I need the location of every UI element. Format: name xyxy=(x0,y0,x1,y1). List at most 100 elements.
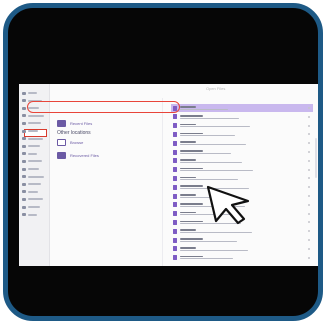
sidebar-item-label xyxy=(28,206,40,208)
file-row[interactable] xyxy=(171,245,313,253)
document-icon xyxy=(173,237,177,243)
file-row[interactable] xyxy=(171,122,313,130)
sidebar-item[interactable] xyxy=(22,113,46,119)
sidebar-item[interactable] xyxy=(22,143,46,149)
sidebar-item-icon xyxy=(22,175,26,179)
pin-icon[interactable] xyxy=(308,221,310,224)
pin-icon[interactable] xyxy=(308,247,310,250)
sidebar-item[interactable] xyxy=(22,90,46,96)
sidebar-item[interactable] xyxy=(22,189,46,195)
pin-icon[interactable] xyxy=(308,256,310,259)
file-row[interactable] xyxy=(171,174,313,182)
file-row[interactable] xyxy=(171,254,313,262)
sidebar-item-icon xyxy=(22,137,26,141)
sidebar-item-label xyxy=(28,152,37,155)
file-text xyxy=(180,229,252,234)
sidebar-item-icon xyxy=(22,205,26,209)
pin-icon[interactable] xyxy=(308,124,310,127)
file-row[interactable] xyxy=(171,157,313,165)
browse-label: Browse xyxy=(70,140,84,145)
file-row[interactable] xyxy=(171,130,313,138)
sidebar-item-label xyxy=(28,198,43,201)
sidebar-item[interactable] xyxy=(22,204,46,210)
recovered-files-link[interactable]: Recovered Files xyxy=(57,152,99,159)
document-icon xyxy=(173,228,177,234)
file-path xyxy=(180,231,252,234)
pin-icon[interactable] xyxy=(308,230,310,233)
sidebar-item-label xyxy=(28,130,38,132)
file-name xyxy=(180,176,196,179)
pin-icon[interactable] xyxy=(308,107,310,109)
file-row[interactable] xyxy=(171,139,313,147)
file-name xyxy=(180,158,196,161)
document-icon xyxy=(173,202,177,208)
recent-files-link[interactable]: Recent Files xyxy=(57,120,92,127)
sidebar-item[interactable] xyxy=(22,158,46,164)
file-text xyxy=(180,123,250,128)
file-row[interactable] xyxy=(171,166,313,174)
list-scrollbar[interactable] xyxy=(315,138,317,178)
sidebar-item-label xyxy=(28,190,38,193)
document-icon xyxy=(173,184,177,190)
file-path xyxy=(180,135,235,137)
dialog-header: Open Files xyxy=(206,86,226,91)
selected-file-row[interactable] xyxy=(171,104,313,112)
recovered-files-label: Recovered Files xyxy=(70,153,99,158)
pin-icon[interactable] xyxy=(308,203,310,206)
folder-icon xyxy=(57,139,66,146)
file-name xyxy=(180,132,203,135)
file-text xyxy=(180,158,242,163)
pin-icon[interactable] xyxy=(308,159,310,162)
file-name xyxy=(180,167,203,170)
sidebar-item[interactable] xyxy=(22,212,46,218)
file-path xyxy=(180,240,237,242)
sidebar-item[interactable] xyxy=(22,174,46,180)
document-icon xyxy=(173,255,177,261)
sidebar-item[interactable] xyxy=(22,166,46,172)
file-text xyxy=(180,246,248,251)
file-path xyxy=(180,152,231,154)
pin-icon[interactable] xyxy=(308,195,310,197)
document-icon xyxy=(173,140,177,146)
document-icon xyxy=(173,131,177,137)
sidebar-item-label xyxy=(28,183,41,186)
pin-icon[interactable] xyxy=(308,186,310,189)
sidebar-item-label xyxy=(28,145,40,148)
file-row[interactable] xyxy=(171,113,313,121)
sidebar-item[interactable] xyxy=(22,181,46,187)
sidebar-item[interactable] xyxy=(22,120,46,126)
file-row[interactable] xyxy=(171,236,313,244)
pin-icon[interactable] xyxy=(308,142,310,145)
document-icon xyxy=(173,114,177,120)
sidebar-item-label xyxy=(28,114,44,117)
pin-icon[interactable] xyxy=(308,177,310,180)
sidebar-item-icon xyxy=(22,159,26,163)
sidebar-item-icon xyxy=(22,152,26,156)
recent-files-label: Recent Files xyxy=(70,121,93,126)
sidebar-item-label xyxy=(28,213,37,216)
other-locations-heading: Other locations xyxy=(57,130,91,136)
file-row[interactable] xyxy=(171,148,313,156)
sidebar-item[interactable] xyxy=(22,136,46,142)
file-name xyxy=(180,211,196,214)
selected-file-highlight-ring xyxy=(27,101,180,113)
pin-icon[interactable] xyxy=(308,133,310,136)
file-text xyxy=(180,114,239,119)
file-name xyxy=(180,229,196,231)
sidebar-item[interactable] xyxy=(22,128,46,134)
pin-icon[interactable] xyxy=(308,212,310,215)
video-frame: Open Files Recent Files Other locations … xyxy=(3,3,323,321)
sidebar-item[interactable] xyxy=(22,196,46,202)
sidebar-item[interactable] xyxy=(22,151,46,157)
file-text xyxy=(180,150,231,154)
pin-icon[interactable] xyxy=(308,115,310,118)
file-row[interactable] xyxy=(171,227,313,235)
sidebar-item-icon xyxy=(22,106,26,110)
sidebar-item-label xyxy=(28,168,39,170)
sidebar-item-icon xyxy=(22,167,26,171)
pin-icon[interactable] xyxy=(308,168,310,171)
pin-icon[interactable] xyxy=(308,151,310,153)
file-name xyxy=(180,220,203,223)
browse-link[interactable]: Browse xyxy=(57,139,83,146)
pin-icon[interactable] xyxy=(308,239,310,241)
